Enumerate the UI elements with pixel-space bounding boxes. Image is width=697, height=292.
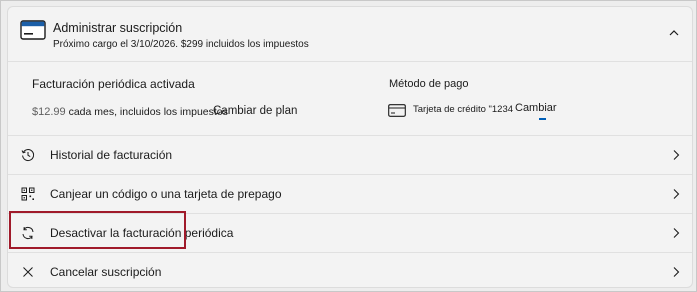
billing-status: Facturación periódica activada bbox=[32, 77, 195, 91]
qr-code-icon bbox=[21, 187, 35, 201]
chevron-up-icon[interactable] bbox=[668, 27, 680, 39]
change-payment-link[interactable]: Cambiar bbox=[515, 102, 557, 114]
subscription-title: Administrar suscripción bbox=[53, 21, 183, 35]
subscription-card: Administrar suscripción Próximo cargo el… bbox=[7, 6, 693, 288]
row-cancel-subscription[interactable]: Cancelar suscripción bbox=[8, 253, 692, 287]
row-label: Desactivar la facturación periódica bbox=[50, 226, 234, 240]
chevron-right-icon bbox=[673, 228, 680, 238]
payment-method-title: Método de pago bbox=[389, 78, 469, 90]
payment-card-icon bbox=[388, 104, 406, 117]
price-amount: $12.99 bbox=[32, 106, 66, 118]
price-detail: cada mes, incluidos los impuestos bbox=[65, 106, 228, 118]
row-label: Canjear un código o una tarjeta de prepa… bbox=[50, 187, 282, 201]
refresh-icon bbox=[22, 226, 34, 240]
row-billing-history[interactable]: Historial de facturación bbox=[8, 136, 692, 175]
chevron-right-icon bbox=[673, 267, 680, 277]
history-icon bbox=[21, 149, 35, 161]
row-label: Cancelar suscripción bbox=[50, 265, 162, 279]
price-line: $12.99 cada mes, incluidos los impuestos bbox=[32, 106, 228, 118]
close-icon bbox=[23, 267, 33, 277]
row-disable-recurring-billing[interactable]: Desactivar la facturación periódica bbox=[8, 214, 692, 253]
window-frame: Administrar suscripción Próximo cargo el… bbox=[0, 0, 697, 292]
subscription-details: Facturación periódica activada $12.99 ca… bbox=[8, 62, 692, 136]
change-plan-link[interactable]: Cambiar de plan bbox=[213, 105, 297, 117]
chevron-right-icon bbox=[673, 189, 680, 199]
subscription-header[interactable]: Administrar suscripción Próximo cargo el… bbox=[8, 7, 692, 62]
focus-underline bbox=[539, 118, 546, 120]
next-charge-text: Próximo cargo el 3/10/2026. $299 incluid… bbox=[53, 39, 309, 50]
row-redeem-code[interactable]: Canjear un código o una tarjeta de prepa… bbox=[8, 175, 692, 214]
row-label: Historial de facturación bbox=[50, 148, 173, 162]
payment-card-text: Tarjeta de crédito "1234 bbox=[413, 104, 514, 115]
chevron-right-icon bbox=[673, 150, 680, 160]
credit-card-icon bbox=[20, 20, 46, 40]
